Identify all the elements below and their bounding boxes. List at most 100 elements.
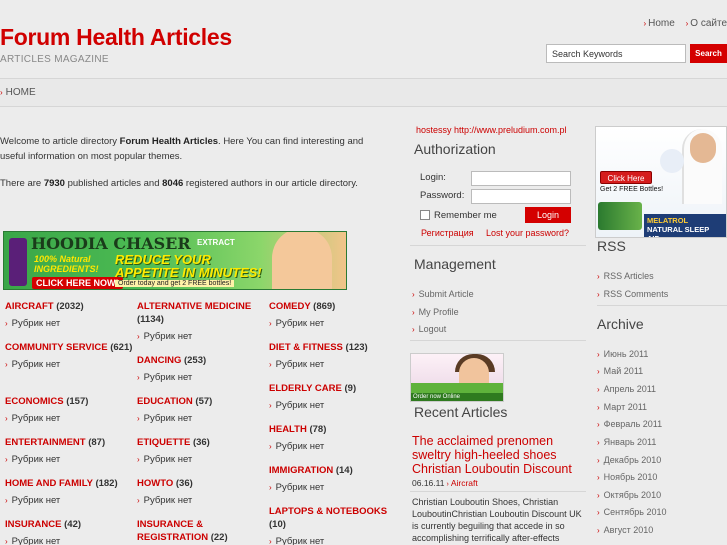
subcategory-item[interactable]: Рубрик нет xyxy=(5,359,133,370)
category-link[interactable]: ETIQUETTE (36) xyxy=(137,436,265,449)
category-name: HEALTH xyxy=(269,424,307,435)
chevron-right-icon xyxy=(269,319,272,328)
top-link-about-label: О сайте xyxy=(690,18,727,29)
subcategory-item[interactable]: Рубрик нет xyxy=(137,495,265,506)
archive-item[interactable]: Март 2011 xyxy=(597,402,647,412)
intro-text-part: published articles and xyxy=(64,178,163,189)
grass-image xyxy=(411,383,503,393)
subcategory-item[interactable]: Рубрик нет xyxy=(269,400,397,411)
login-input[interactable] xyxy=(471,171,571,186)
category-item: ALTERNATIVE MEDICINE (1134) Рубрик нет xyxy=(137,300,265,342)
subcategory-item[interactable]: Рубрик нет xyxy=(269,359,397,370)
rss-comments-link[interactable]: RSS Comments xyxy=(597,289,668,299)
category-link[interactable]: LAPTOPS & NOTEBOOKS (10) xyxy=(269,505,397,531)
model-image xyxy=(272,232,332,289)
category-link[interactable]: ECONOMICS (157) xyxy=(5,395,133,408)
subcategory-item[interactable]: Рубрик нет xyxy=(269,318,397,329)
archive-item[interactable]: Январь 2011 xyxy=(597,437,656,447)
subcategory-item[interactable]: Рубрик нет xyxy=(269,482,397,493)
subcategory-item[interactable]: Рубрик нет xyxy=(137,372,265,383)
category-name: LAPTOPS & NOTEBOOKS xyxy=(269,506,388,517)
category-count: (1134) xyxy=(137,314,164,325)
subcategory-item[interactable]: Рубрик нет xyxy=(5,454,133,465)
category-count: (36) xyxy=(175,478,193,489)
category-count: (621) xyxy=(110,342,133,353)
order-online-ad[interactable]: Order now Online xyxy=(410,353,504,402)
category-link[interactable]: HEALTH (78) xyxy=(269,423,397,436)
category-link[interactable]: ELDERLY CARE (9) xyxy=(269,382,397,395)
subcategory-item[interactable]: Рубрик нет xyxy=(5,495,133,506)
chevron-right-icon xyxy=(597,456,600,465)
category-count: (253) xyxy=(183,355,207,366)
ad-click-here-button[interactable]: Click Here xyxy=(600,171,652,184)
category-link[interactable]: DANCING (253) xyxy=(137,354,265,367)
archive-item[interactable]: Апрель 2011 xyxy=(597,384,656,394)
site-title[interactable]: Forum Health Articles xyxy=(0,24,232,51)
subcategory-item[interactable]: Рубрик нет xyxy=(269,441,397,452)
search-input[interactable] xyxy=(546,44,686,63)
remember-checkbox[interactable] xyxy=(420,210,430,220)
search-button[interactable]: Search xyxy=(690,44,727,63)
subcategory-item[interactable]: Рубрик нет xyxy=(5,413,133,424)
chevron-right-icon xyxy=(269,483,272,492)
category-count: (2032) xyxy=(56,301,84,312)
archive-item-label: Май 2011 xyxy=(603,366,644,376)
hoodia-banner-ad[interactable]: HOODIA CHASER EXTRACT 100% Natural INGRE… xyxy=(3,231,347,290)
archive-item[interactable]: Февраль 2011 xyxy=(597,419,662,429)
top-link-home[interactable]: Home xyxy=(643,18,674,29)
my-profile-link[interactable]: My Profile xyxy=(412,307,459,317)
nav-item-home[interactable]: HOME xyxy=(0,87,36,98)
subcategory-item[interactable]: Рубрик нет xyxy=(137,413,265,424)
login-button[interactable]: Login xyxy=(525,207,571,223)
register-link[interactable]: Регистрация xyxy=(421,228,474,238)
category-link[interactable]: INSURANCE & REGISTRATION (22) xyxy=(137,518,265,544)
subcategory-item[interactable]: Рубрик нет xyxy=(5,318,133,329)
melatrol-ad[interactable]: Click Here Get 2 FREE Bottles! MELATROL N… xyxy=(595,126,727,238)
category-link[interactable]: INSURANCE (42) xyxy=(5,518,133,531)
category-link[interactable]: HOME AND FAMILY (182) xyxy=(5,477,133,490)
rss-item-label: RSS Articles xyxy=(603,271,654,281)
archive-item[interactable]: Сентябрь 2010 xyxy=(597,507,667,517)
category-link[interactable]: ALTERNATIVE MEDICINE (1134) xyxy=(137,300,265,326)
banner-cta[interactable]: CLICK HERE NOW! xyxy=(32,277,123,289)
category-count: (123) xyxy=(345,342,368,353)
ad-product-subtitle: NATURAL SLEEP AID xyxy=(647,225,710,237)
recent-article-title[interactable]: The acclaimed prenomen sweltry high-heel… xyxy=(412,434,588,476)
top-link-about[interactable]: О сайте xyxy=(686,18,727,29)
category-link[interactable]: COMMUNITY SERVICE (621) xyxy=(5,341,133,354)
archive-item[interactable]: Декабрь 2010 xyxy=(597,455,661,465)
subcategory-item[interactable]: Рубрик нет xyxy=(137,454,265,465)
lost-password-link[interactable]: Lost your password? xyxy=(486,228,569,238)
subcategory-item[interactable]: Рубрик нет xyxy=(5,536,133,545)
rss-title: RSS xyxy=(597,238,626,254)
archive-item[interactable]: Май 2011 xyxy=(597,366,643,376)
subcategory-item[interactable]: Рубрик нет xyxy=(269,536,397,545)
category-link[interactable]: COMEDY (869) xyxy=(269,300,397,313)
password-input[interactable] xyxy=(471,189,571,204)
category-item: IMMIGRATION (14) Рубрик нет xyxy=(269,464,397,493)
category-link[interactable]: IMMIGRATION (14) xyxy=(269,464,397,477)
category-link[interactable]: AIRCRAFT (2032) xyxy=(5,300,133,313)
sponsor-link[interactable]: hostessy http://www.preludium.com.pl xyxy=(416,125,567,135)
logout-link[interactable]: Logout xyxy=(412,324,446,334)
archive-item[interactable]: Ноябрь 2010 xyxy=(597,472,657,482)
chevron-right-icon xyxy=(597,491,600,500)
archive-item[interactable]: Июнь 2011 xyxy=(597,349,648,359)
category-link[interactable]: EDUCATION (57) xyxy=(137,395,265,408)
submit-article-link[interactable]: Submit Article xyxy=(412,289,474,299)
archive-item[interactable]: Август 2010 xyxy=(597,525,653,535)
article-category-link[interactable]: Aircraft xyxy=(451,478,478,488)
rss-articles-link[interactable]: RSS Articles xyxy=(597,271,654,281)
authorization-title: Authorization xyxy=(414,141,496,157)
chevron-right-icon xyxy=(269,360,272,369)
archive-item[interactable]: Октябрь 2010 xyxy=(597,490,661,500)
category-link[interactable]: HOWTO (36) xyxy=(137,477,265,490)
chevron-right-icon xyxy=(5,319,8,328)
chevron-right-icon xyxy=(269,537,272,545)
category-link[interactable]: DIET & FITNESS (123) xyxy=(269,341,397,354)
category-item: ECONOMICS (157) Рубрик нет xyxy=(5,395,133,424)
category-link[interactable]: ENTERTAINMENT (87) xyxy=(5,436,133,449)
article-date: 06.16.11 xyxy=(412,478,445,488)
chevron-right-icon xyxy=(597,403,600,412)
subcategory-item[interactable]: Рубрик нет xyxy=(137,331,265,342)
